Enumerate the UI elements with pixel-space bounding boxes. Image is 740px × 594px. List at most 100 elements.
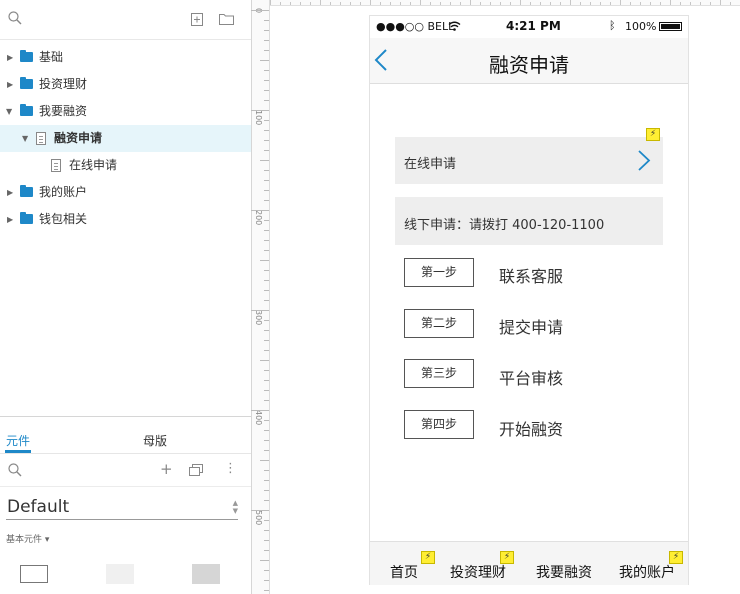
library-category[interactable]: 基本元件 ▾ [6,532,49,545]
ruler-tick [251,510,269,511]
status-bar: ●●●○○ BELL 4:21 PM ᛒ 100% [370,16,688,38]
expand-caret-icon[interactable]: ▶ [7,179,13,206]
ruler-tick [560,2,561,5]
vertical-ruler: 0 100 200 300 400 500 [251,0,270,594]
ruler-tick [290,2,291,5]
ruler-tick [400,2,401,5]
ruler-tick [264,70,269,71]
tree-item-my-account[interactable]: ▶ 我的账户 [0,179,251,206]
widget-image[interactable] [192,564,220,584]
step-4-button[interactable]: 第四步 [404,410,474,439]
ruler-tick [264,440,269,441]
widget-placeholder[interactable] [106,564,134,584]
ruler-tick [260,360,269,361]
tree-item-financing-apply[interactable]: ▼ 融资申请 [0,125,251,152]
ruler-tick [264,430,269,431]
step-1-button[interactable]: 第一步 [404,258,474,287]
ruler-tick [264,480,269,481]
ruler-tick [264,320,269,321]
ruler-tick [264,470,269,471]
ruler-tick [580,2,581,5]
ruler-tick [264,290,269,291]
search-icon[interactable] [8,11,22,25]
ruler-tick [264,580,269,581]
ruler-tick [264,300,269,301]
library-select[interactable]: Default ▲ ▼ [6,495,238,520]
offline-apply-label: 线下申请：请拨打 400-120-1100 [404,218,605,233]
wifi-icon [448,21,461,31]
interaction-bolt-icon: ⚡ [646,128,660,141]
page-icon [51,159,61,172]
page-title: 融资申请 [489,53,569,77]
add-library-icon[interactable]: + [160,462,173,477]
ruler-tick [264,270,269,271]
ruler-tick [264,120,269,121]
step-2-text: 提交申请 [499,318,564,337]
widget-box[interactable] [20,565,48,583]
add-folder-icon[interactable] [219,13,234,25]
tab-investment[interactable]: 投资理财 [450,562,506,582]
collapse-caret-icon[interactable]: ▼ [22,125,28,152]
ruler-tick [670,0,671,5]
battery-icon [659,22,682,31]
folder-icon [20,104,33,116]
ruler-tick [500,2,501,5]
expand-caret-icon[interactable]: ▶ [7,44,13,71]
ruler-tick [264,590,269,591]
ruler-tick [340,2,341,5]
search-icon[interactable] [8,463,22,477]
collapse-caret-icon[interactable]: ▼ [6,98,12,125]
ruler-tick [264,490,269,491]
ruler-tick [264,400,269,401]
online-apply-row[interactable]: 在线申请 [395,137,663,184]
ruler-tick [450,2,451,5]
ruler-label: 300 [254,310,263,326]
ruler-tick [264,450,269,451]
ruler-tick [264,230,269,231]
folder-icon [20,185,33,197]
expand-caret-icon[interactable]: ▶ [7,206,13,233]
tab-my-account[interactable]: 我的账户 [619,562,675,582]
ruler-tick [270,0,271,5]
ruler-label: 400 [254,410,263,426]
ruler-tick [264,220,269,221]
ruler-tick [350,2,351,5]
ruler-tick [264,90,269,91]
ruler-tick [251,410,269,411]
tab-masters[interactable]: 母版 [143,432,167,449]
ruler-tick [460,2,461,5]
ruler-tick [264,420,269,421]
step-3-button[interactable]: 第三步 [404,359,474,388]
chevron-right-icon [638,150,651,171]
ruler-tick [264,500,269,501]
ruler-tick [264,550,269,551]
library-copy-icon[interactable] [189,464,203,476]
tab-home[interactable]: 首页 [390,562,418,582]
ruler-tick [510,2,511,5]
tab-widgets[interactable]: 元件 [6,432,30,449]
tree-item-investment[interactable]: ▶ 投资理财 [0,71,251,98]
ruler-tick [264,370,269,371]
ruler-tick [264,30,269,31]
library-tabs: 元件 母版 [0,416,251,454]
ruler-tick [480,2,481,5]
ruler-tick [264,190,269,191]
tab-financing[interactable]: 我要融资 [536,562,592,582]
tab-bar: 首页 ⚡ 投资理财 ⚡ 我要融资 我的账户 ⚡ [370,541,688,585]
ruler-tick [520,0,521,5]
tree-item-basics[interactable]: ▶ 基础 [0,44,251,71]
add-page-icon[interactable] [191,13,203,26]
ruler-tick [264,170,269,171]
left-panel: ▶ 基础 ▶ 投资理财 ▼ 我要融资 ▼ 融资申请 在线申请 ▶ 我的账户 ▶ … [0,0,252,594]
step-2-button[interactable]: 第二步 [404,309,474,338]
ruler-tick [264,140,269,141]
expand-caret-icon[interactable]: ▶ [7,71,13,98]
tree-item-financing[interactable]: ▼ 我要融资 [0,98,251,125]
ruler-tick [264,50,269,51]
tree-item-wallet[interactable]: ▶ 钱包相关 [0,206,251,233]
ruler-tick [370,0,371,5]
tree-item-online-apply[interactable]: 在线申请 [0,152,251,179]
ruler-tick [264,200,269,201]
folder-icon [20,50,33,62]
more-options-icon[interactable]: ⋮ [224,462,237,476]
